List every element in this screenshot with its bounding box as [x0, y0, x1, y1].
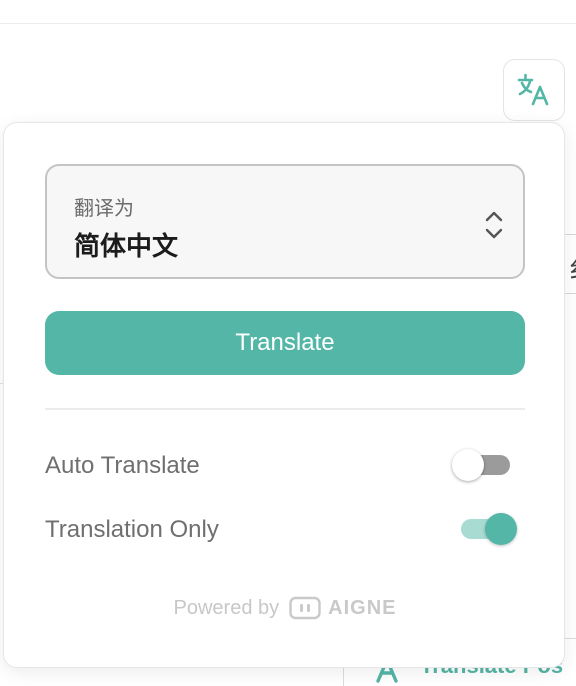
auto-translate-toggle[interactable]	[452, 445, 516, 485]
auto-translate-label: Auto Translate	[45, 452, 200, 479]
target-language-label: 翻译为	[74, 198, 134, 220]
auto-translate-toggle-knob	[452, 449, 484, 481]
translation-only-label: Translation Only	[45, 516, 219, 543]
chevron-up-down-icon	[485, 211, 503, 239]
target-language-value: 简体中文	[74, 231, 179, 261]
page: 纟 Translate Pos 翻译为 简体中文 Translate Auto …	[0, 0, 576, 686]
powered-by-footer[interactable]: Powered by AIGNE	[4, 593, 566, 623]
translate-popup: 翻译为 简体中文 Translate Auto Translate Transl…	[3, 122, 565, 668]
translate-button[interactable]: Translate	[45, 311, 525, 375]
background-field-text: 纟	[569, 249, 576, 286]
translate-icon	[517, 73, 549, 106]
translation-only-toggle[interactable]	[455, 509, 519, 549]
page-divider	[0, 23, 576, 24]
translate-trigger-button[interactable]	[503, 59, 565, 121]
translation-only-toggle-knob	[485, 513, 517, 545]
popup-divider	[45, 408, 525, 410]
target-language-select[interactable]: 翻译为 简体中文	[45, 164, 525, 279]
powered-by-text: Powered by	[173, 596, 280, 619]
aigne-logo-icon	[289, 596, 321, 620]
aigne-brand-text: AIGNE	[328, 596, 397, 619]
